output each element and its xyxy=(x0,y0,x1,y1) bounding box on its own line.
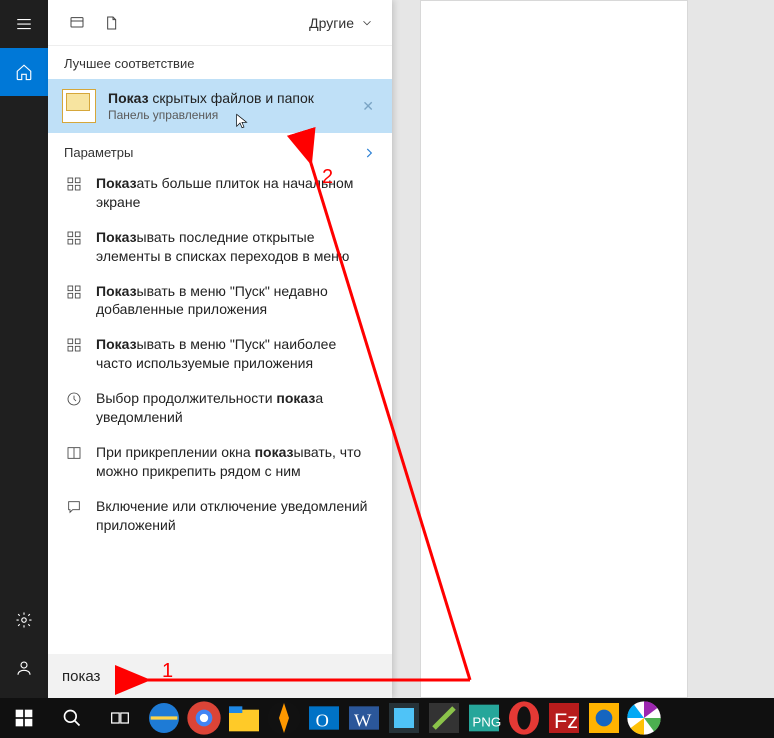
tiles-icon xyxy=(64,335,84,373)
documents-icon[interactable] xyxy=(94,6,128,40)
chat-icon xyxy=(64,497,84,535)
result-text: Выбор продолжительности показа уведомлен… xyxy=(96,389,376,427)
taskbar-app-chrome[interactable] xyxy=(184,698,224,738)
svg-text:O: O xyxy=(316,710,329,730)
result-item[interactable]: Выбор продолжительности показа уведомлен… xyxy=(48,381,392,435)
taskbar-app-aimp[interactable] xyxy=(264,698,304,738)
taskbar-search-button[interactable] xyxy=(48,698,96,738)
start-button[interactable] xyxy=(0,698,48,738)
filter-dropdown[interactable]: Другие xyxy=(303,11,380,35)
settings-button[interactable] xyxy=(0,596,48,644)
result-item[interactable]: Показывать последние открытые элементы в… xyxy=(48,220,392,274)
taskbar-app-filezilla[interactable]: Fz xyxy=(544,698,584,738)
result-text: Включение или отключение уведомлений при… xyxy=(96,497,376,535)
taskbar-app-paint[interactable] xyxy=(384,698,424,738)
result-item[interactable]: Показывать в меню "Пуск" недавно добавле… xyxy=(48,274,392,328)
user-button[interactable] xyxy=(0,644,48,692)
result-text: Показывать последние открытые элементы в… xyxy=(96,228,376,266)
taskbar-app-outlook[interactable]: O xyxy=(304,698,344,738)
background-window xyxy=(420,0,688,698)
best-match-item[interactable]: Показ скрытых файлов и папок Панель упра… xyxy=(48,79,392,133)
search-panel: Другие Лучшее соответствие Показ скрытых… xyxy=(48,0,392,698)
taskbar-app-explorer[interactable] xyxy=(224,698,264,738)
cursor-icon xyxy=(234,113,250,129)
search-input[interactable] xyxy=(62,668,378,685)
hamburger-button[interactable] xyxy=(0,0,48,48)
taskbar-app-png[interactable]: PNG xyxy=(464,698,504,738)
start-rail xyxy=(0,0,48,698)
svg-text:W: W xyxy=(354,710,372,730)
best-match-label: Лучшее соответствие xyxy=(48,46,392,79)
result-item[interactable]: Показать больше плиток на начальном экра… xyxy=(48,166,392,220)
taskbar-app-notepadpp[interactable] xyxy=(424,698,464,738)
result-item[interactable]: Включение или отключение уведомлений при… xyxy=(48,489,392,543)
svg-text:Fz: Fz xyxy=(554,708,578,733)
best-match-subtitle: Панель управления xyxy=(108,108,346,122)
close-icon[interactable]: ✕ xyxy=(358,94,378,119)
taskbar-app-word[interactable]: W xyxy=(344,698,384,738)
svg-text:PNG: PNG xyxy=(472,714,501,729)
taskbar: O W PNG Fz xyxy=(0,698,774,738)
search-box[interactable] xyxy=(48,654,392,698)
settings-category-header[interactable]: Параметры xyxy=(48,133,392,166)
taskbar-app-opera[interactable] xyxy=(504,698,544,738)
chevron-down-icon xyxy=(360,16,374,30)
panel-header: Другие xyxy=(48,0,392,46)
tiles-icon xyxy=(64,228,84,266)
task-view-button[interactable] xyxy=(96,698,144,738)
result-text: Показывать в меню "Пуск" наиболее часто … xyxy=(96,335,376,373)
settings-category-label: Параметры xyxy=(64,145,133,160)
tiles-icon xyxy=(64,282,84,320)
apps-icon[interactable] xyxy=(60,6,94,40)
result-item[interactable]: Показывать в меню "Пуск" наиболее часто … xyxy=(48,327,392,381)
result-text: Показывать в меню "Пуск" недавно добавле… xyxy=(96,282,376,320)
taskbar-app-teamviewer[interactable] xyxy=(584,698,624,738)
results-list: Показать больше плиток на начальном экра… xyxy=(48,166,392,542)
best-match-title: Показ скрытых файлов и папок xyxy=(108,90,346,106)
result-item[interactable]: При прикреплении окна показывать, что мо… xyxy=(48,435,392,489)
home-button[interactable] xyxy=(0,48,48,96)
filter-label: Другие xyxy=(309,15,354,31)
clock-icon xyxy=(64,389,84,427)
chevron-right-icon xyxy=(362,146,376,160)
snap-icon xyxy=(64,443,84,481)
folder-options-icon xyxy=(62,89,96,123)
taskbar-app-ie[interactable] xyxy=(144,698,184,738)
result-text: При прикреплении окна показывать, что мо… xyxy=(96,443,376,481)
taskbar-app-picasa[interactable] xyxy=(624,698,664,738)
tiles-icon xyxy=(64,174,84,212)
result-text: Показать больше плиток на начальном экра… xyxy=(96,174,376,212)
